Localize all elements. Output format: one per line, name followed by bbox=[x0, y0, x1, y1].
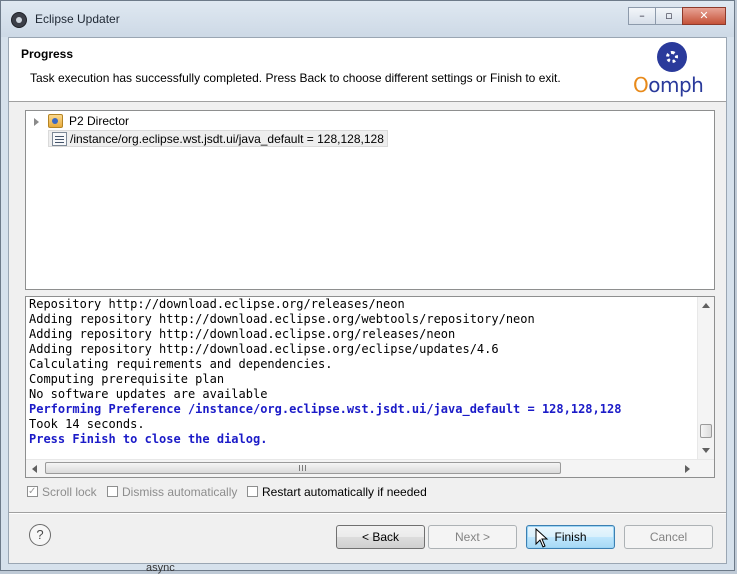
next-button: Next > bbox=[428, 525, 517, 549]
background-window-text: async bbox=[146, 562, 175, 574]
vertical-scrollbar[interactable] bbox=[697, 297, 714, 459]
title-bar[interactable]: Eclipse Updater – ▫ ✕ bbox=[1, 1, 734, 37]
checkbox-icon[interactable] bbox=[27, 484, 38, 500]
page-message: Task execution has successfully complete… bbox=[30, 71, 561, 85]
eclipse-updater-window: Eclipse Updater – ▫ ✕ Progress Task exec… bbox=[0, 0, 735, 571]
checkbox-icon[interactable] bbox=[107, 486, 118, 498]
scroll-up-icon[interactable] bbox=[702, 303, 710, 308]
wizard-header: Progress Task execution has successfully… bbox=[9, 38, 726, 102]
log-line: Press Finish to close the dialog. bbox=[29, 432, 268, 446]
dismiss-automatically-checkbox[interactable]: Dismiss automatically bbox=[107, 484, 237, 500]
oomph-logo-text: Oomph bbox=[633, 73, 704, 97]
log-line: Adding repository http://download.eclips… bbox=[29, 342, 499, 356]
cancel-button[interactable]: Cancel bbox=[624, 525, 713, 549]
log-line: Took 14 seconds. bbox=[29, 417, 145, 431]
page-title: Progress bbox=[21, 47, 74, 61]
log-line: Computing prerequisite plan bbox=[29, 372, 225, 386]
log-line: Adding repository http://download.eclips… bbox=[29, 312, 535, 326]
log-line: Adding repository http://download.eclips… bbox=[29, 327, 456, 341]
restart-automatically-checkbox[interactable]: Restart automatically if needed bbox=[247, 484, 427, 500]
log-console[interactable]: Repository http://download.eclipse.org/r… bbox=[25, 296, 715, 478]
preference-icon bbox=[52, 132, 67, 146]
expand-arrow-icon[interactable] bbox=[34, 118, 39, 126]
gear-icon bbox=[657, 42, 687, 72]
log-line: Repository http://download.eclipse.org/r… bbox=[29, 297, 405, 311]
back-button[interactable]: < Back bbox=[336, 525, 425, 549]
minimize-button[interactable]: – bbox=[628, 7, 656, 25]
window-controls: – ▫ ✕ bbox=[628, 7, 726, 25]
options-row: Scroll lock Dismiss automatically Restar… bbox=[25, 482, 715, 502]
tree-item-label: P2 Director bbox=[69, 114, 130, 128]
eclipse-icon bbox=[11, 12, 27, 28]
task-tree[interactable]: P2 Director /instance/org.eclipse.wst.js… bbox=[25, 110, 715, 290]
oomph-logo: Oomph bbox=[631, 40, 715, 98]
p2-director-icon bbox=[48, 114, 63, 128]
checkbox-icon[interactable] bbox=[247, 486, 258, 498]
tree-item-p2-director[interactable]: P2 Director bbox=[34, 113, 234, 130]
vertical-scroll-thumb[interactable] bbox=[700, 424, 712, 438]
separator bbox=[9, 512, 726, 514]
scroll-lock-checkbox[interactable]: Scroll lock bbox=[27, 484, 97, 500]
restore-button[interactable]: ▫ bbox=[655, 7, 683, 25]
log-line: Performing Preference /instance/org.ecli… bbox=[29, 402, 622, 416]
log-line: No software updates are available bbox=[29, 387, 268, 401]
horizontal-scrollbar[interactable] bbox=[26, 459, 714, 477]
tree-item-label: /instance/org.eclipse.wst.jsdt.ui/java_d… bbox=[70, 132, 384, 146]
close-button[interactable]: ✕ bbox=[682, 7, 726, 25]
scroll-right-icon[interactable] bbox=[685, 465, 690, 473]
horizontal-scroll-thumb[interactable] bbox=[45, 462, 561, 474]
dialog-client-area: Progress Task execution has successfully… bbox=[8, 37, 727, 564]
scroll-left-icon[interactable] bbox=[32, 465, 37, 473]
window-title: Eclipse Updater bbox=[35, 12, 120, 26]
tree-item-preference[interactable]: /instance/org.eclipse.wst.jsdt.ui/java_d… bbox=[48, 130, 388, 147]
scroll-down-icon[interactable] bbox=[702, 448, 710, 453]
log-lines: Repository http://download.eclipse.org/r… bbox=[29, 297, 621, 447]
help-button[interactable]: ? bbox=[29, 524, 51, 546]
log-line: Calculating requirements and dependencie… bbox=[29, 357, 333, 371]
